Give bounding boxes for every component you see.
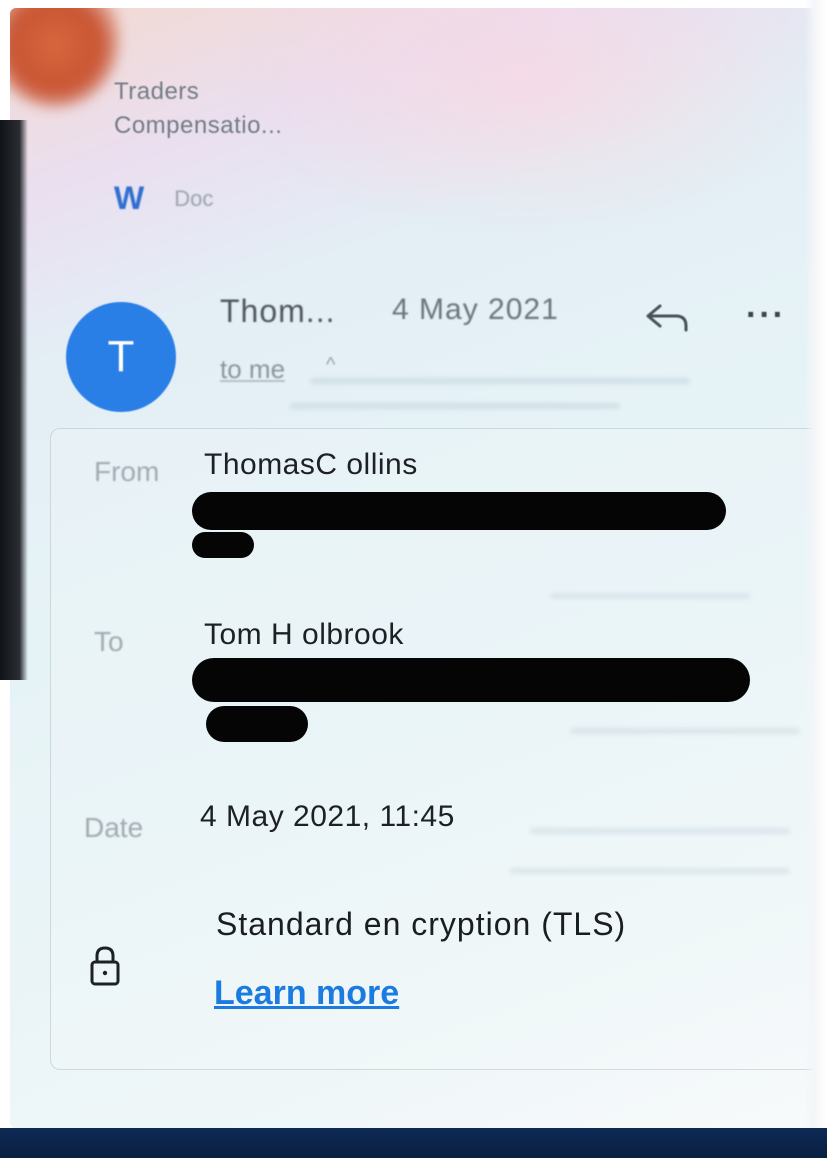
date-value: 4 May 2021, 11:45 [200,800,455,833]
email-screen: Traders Compensatio... W Doc T Thom... 4… [10,8,815,1128]
chevron-up-icon[interactable]: ^ [326,354,335,377]
redacted-email-to-tail [206,706,308,742]
from-label: From [94,456,160,487]
recipient-summary[interactable]: to me [220,354,285,385]
message-date: 4 May 2021 [392,293,559,326]
screen-glare [230,8,815,238]
device-bezel-bottom [0,1128,827,1158]
previous-message-header[interactable]: Traders Compensatio... [114,78,282,148]
blur-line [290,403,620,409]
learn-more-link[interactable]: Learn more [214,974,399,1013]
avatar-initial: T [107,332,135,381]
reply-icon[interactable] [642,300,692,336]
redacted-email-from [192,492,726,530]
sender-name: Thom... [220,293,336,329]
from-name: ThomasC ollins [204,448,418,481]
to-label: To [94,626,124,657]
redacted-email-to [192,658,750,702]
encryption-status: Standard en cryption (TLS) [216,906,627,942]
date-label: Date [84,812,144,843]
to-name: Tom H olbrook [204,618,404,651]
blur-line [310,378,690,384]
more-options-icon[interactable]: ··· [746,296,786,335]
lock-icon [90,946,120,986]
finger-blur [10,8,120,108]
word-icon: W [114,180,145,216]
attachment-row[interactable]: W Doc [114,180,213,217]
previous-message-line2: Compensatio... [114,112,283,139]
device-bezel-right [805,0,827,1158]
device-bezel-left [0,120,28,680]
avatar[interactable]: T [66,302,176,412]
attachment-type-label: Doc [174,185,214,211]
redacted-email-from-tail [192,532,254,558]
previous-message-line1: Traders [114,78,200,105]
